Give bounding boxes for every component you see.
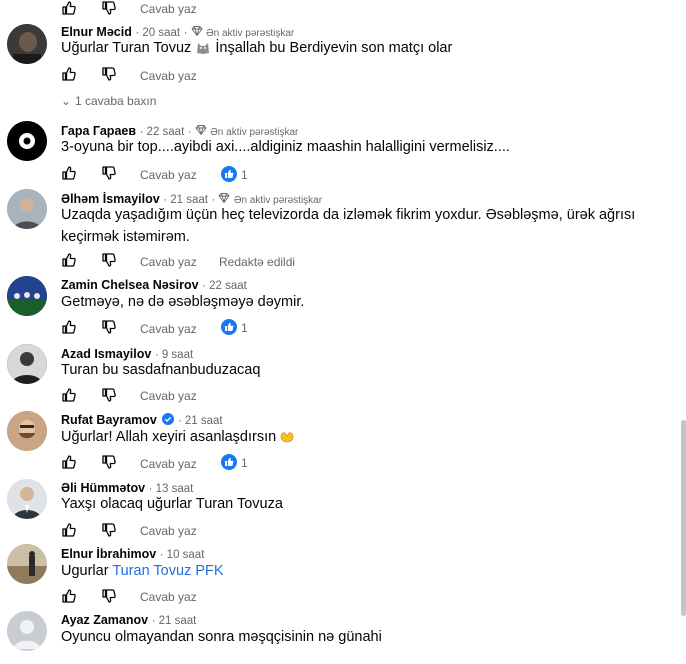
avatar[interactable] — [7, 544, 47, 584]
reply-button[interactable]: Cavab yaz — [140, 457, 197, 471]
dislike-icon[interactable] — [101, 319, 117, 335]
avatar[interactable] — [7, 121, 47, 161]
view-replies-link[interactable]: ⌄ 1 cavaba baxın — [61, 94, 156, 108]
like-reaction-icon[interactable] — [221, 454, 237, 470]
comment-text: Uğurlar! Allah xeyiri asanlaşdırsın — [61, 427, 296, 448]
reaction-count[interactable]: 1 — [241, 456, 248, 470]
dislike-icon[interactable] — [101, 252, 117, 268]
chevron-down-icon: ⌄ — [61, 94, 72, 108]
like-icon[interactable] — [61, 454, 77, 470]
author-name[interactable]: Əli Hümmətov · 13 saat — [61, 481, 193, 495]
page-mention-link[interactable]: Turan Tovuz PFK — [112, 563, 223, 579]
reply-button[interactable]: Cavab yaz — [140, 2, 197, 16]
reply-button[interactable]: Cavab yaz — [140, 389, 197, 403]
like-icon[interactable] — [61, 319, 77, 335]
timestamp[interactable]: 22 saat — [209, 280, 247, 292]
open-hands-emoji-icon — [280, 432, 294, 443]
like-reaction-icon[interactable] — [221, 166, 237, 182]
reply-button[interactable]: Cavab yaz — [140, 255, 197, 269]
timestamp[interactable]: 21 saat — [185, 415, 223, 427]
like-reaction-icon[interactable] — [221, 319, 237, 335]
dislike-icon[interactable] — [101, 588, 117, 604]
comment-text: Oyuncu olmayandan sonra məşqçisinin nə g… — [61, 629, 382, 645]
timestamp[interactable]: 10 saat — [167, 549, 205, 561]
avatar[interactable] — [7, 611, 47, 651]
scrollbar[interactable] — [681, 420, 686, 616]
reaction-count[interactable]: 1 — [241, 321, 248, 335]
avatar[interactable] — [7, 344, 47, 384]
dislike-icon[interactable] — [101, 165, 117, 181]
diamond-icon — [195, 124, 207, 136]
like-icon[interactable] — [61, 387, 77, 403]
comment-text: Uğurlar Turan Tovuz İnşallah bu Berdiyev… — [61, 40, 453, 56]
avatar[interactable] — [7, 479, 47, 519]
dislike-icon[interactable] — [101, 66, 117, 82]
like-icon[interactable] — [61, 252, 77, 268]
comment-text: Ugurlar Turan Tovuz PFK — [61, 563, 224, 579]
verified-icon — [162, 413, 175, 425]
author-name[interactable]: Zamin Chelsea Nəsirov · 22 saat — [61, 278, 247, 292]
avatar[interactable] — [7, 411, 47, 451]
dislike-icon[interactable] — [101, 0, 117, 16]
diamond-icon — [191, 25, 203, 37]
timestamp[interactable]: 21 saat — [159, 615, 197, 627]
author-name[interactable]: Ayaz Zamanov · 21 saat — [61, 613, 196, 627]
comment-text: Getməyə, nə də əsəbləşməyə dəymir. — [61, 294, 305, 310]
reply-button[interactable]: Cavab yaz — [140, 322, 197, 336]
wolf-emoji-icon — [197, 43, 210, 54]
comment-text: Turan bu sasdafnanbuduzacaq — [61, 362, 261, 378]
like-icon[interactable] — [61, 165, 77, 181]
author-name[interactable]: Гара Гараев · 22 saat · Ən aktiv pərəsti… — [61, 124, 298, 138]
dislike-icon[interactable] — [101, 387, 117, 403]
reply-button[interactable]: Cavab yaz — [140, 524, 197, 538]
comment-text: 3-oyuna bir top....ayibdi axi....aldigin… — [61, 139, 510, 155]
avatar[interactable] — [7, 24, 47, 64]
author-name[interactable]: Rufat Bayramov · 21 saat — [61, 413, 223, 427]
edited-label: Redaktə edildi — [219, 255, 296, 269]
author-name[interactable]: Əlhəm İsmayilov · 21 saat · Ən aktiv pər… — [61, 192, 322, 206]
avatar[interactable] — [7, 276, 47, 316]
diamond-icon — [218, 192, 230, 204]
like-icon[interactable] — [61, 0, 77, 16]
reply-button[interactable]: Cavab yaz — [140, 590, 197, 604]
dislike-icon[interactable] — [101, 522, 117, 538]
reaction-count[interactable]: 1 — [241, 168, 248, 182]
author-name[interactable]: Elnur Məcid · 20 saat · Ən aktiv pərəsti… — [61, 25, 294, 39]
comment-text: Yaxşı olacaq uğurlar Turan Tovuza — [61, 496, 283, 512]
comment-text-line2: keçirmək istəmirəm. — [61, 229, 190, 245]
like-icon[interactable] — [61, 522, 77, 538]
reply-button[interactable]: Cavab yaz — [140, 69, 197, 83]
avatar[interactable] — [7, 189, 47, 229]
dislike-icon[interactable] — [101, 454, 117, 470]
reply-button[interactable]: Cavab yaz — [140, 168, 197, 182]
author-name[interactable]: Elnur İbrahimov · 10 saat — [61, 547, 204, 561]
like-icon[interactable] — [61, 66, 77, 82]
author-name[interactable]: Azad Ismayilov · 9 saat — [61, 347, 193, 361]
like-icon[interactable] — [61, 588, 77, 604]
comment-text: Uzaqda yaşadığım üçün heç televizorda da… — [61, 207, 636, 223]
